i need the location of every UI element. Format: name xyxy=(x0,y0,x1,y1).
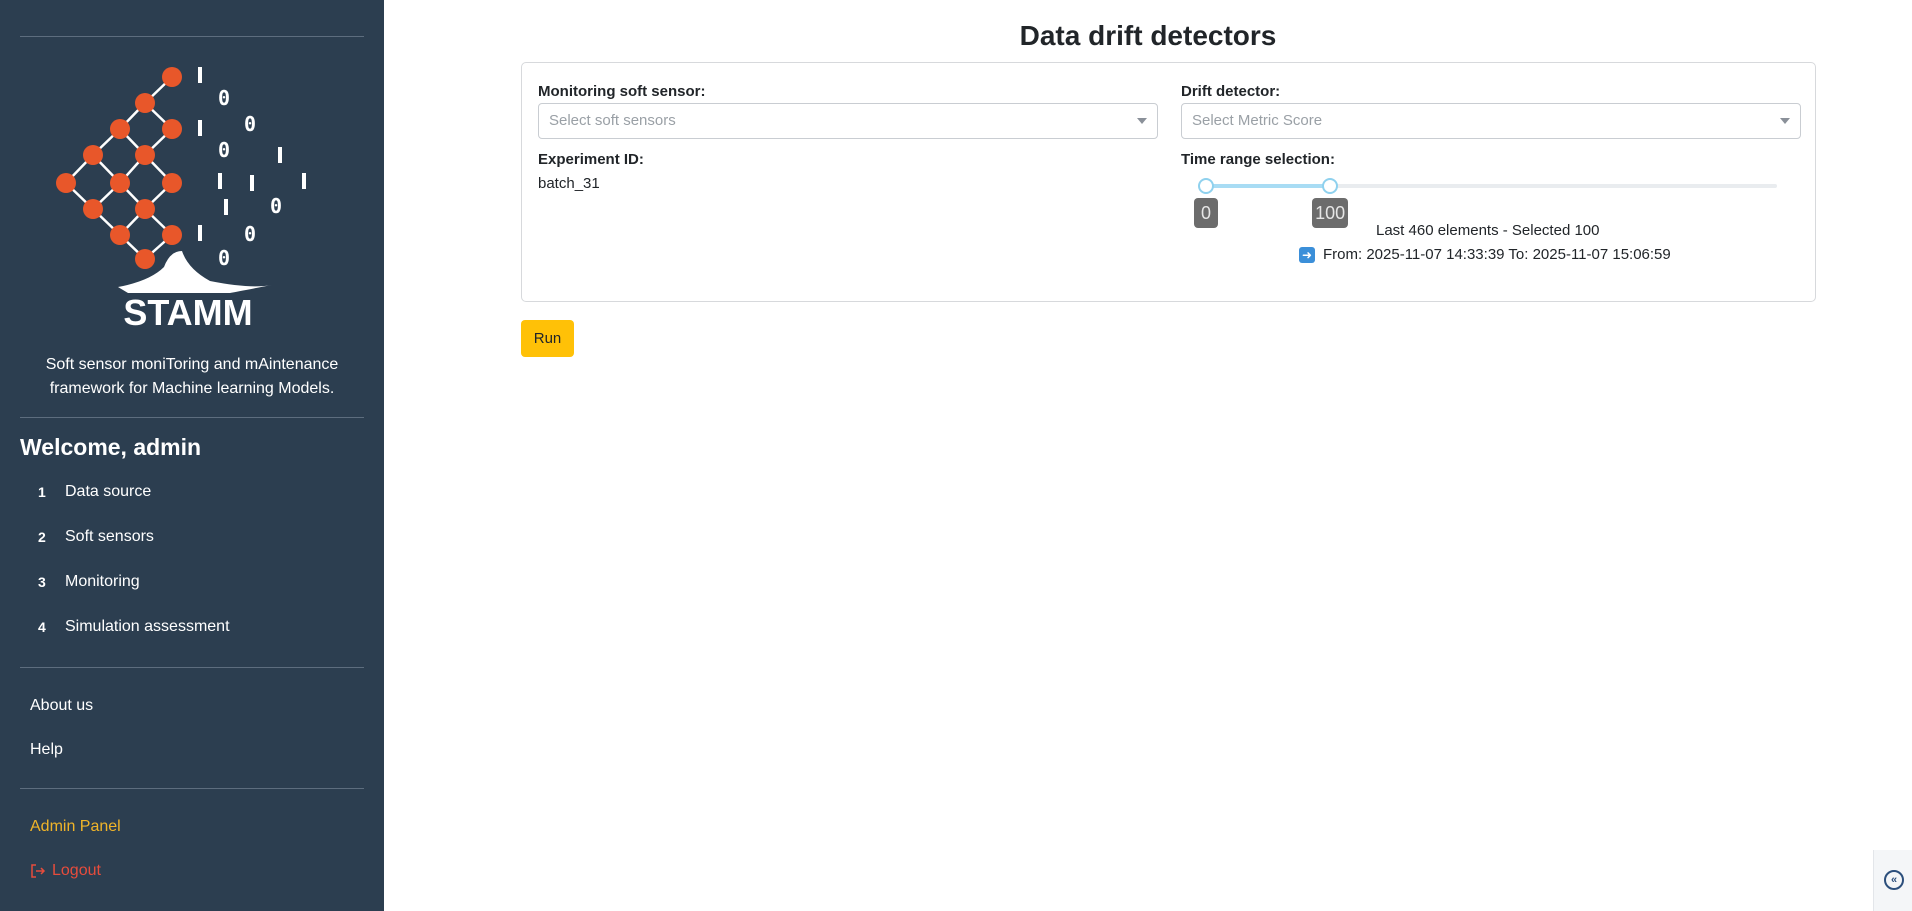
tagline-line-2: framework for Machine learning Models. xyxy=(49,380,335,397)
soft-sensor-placeholder: Select soft sensors xyxy=(549,112,676,129)
nav-item-label: Soft sensors xyxy=(65,528,154,545)
experiment-id-value: batch_31 xyxy=(538,175,600,192)
welcome-heading: Welcome, admin xyxy=(20,434,202,460)
nav-item-number: 1 xyxy=(38,484,46,500)
svg-text:0: 0 xyxy=(270,194,282,218)
settings-card: Monitoring soft sensor: Select soft sens… xyxy=(521,62,1816,302)
sidebar-divider xyxy=(20,667,364,668)
svg-text:0: 0 xyxy=(218,86,230,110)
chevron-down-icon xyxy=(1137,118,1147,124)
svg-text:0: 0 xyxy=(218,138,230,162)
nav-item-label: Data source xyxy=(65,483,152,500)
slider-end-tooltip: 100 xyxy=(1312,198,1349,228)
monitoring-soft-sensor-label: Monitoring soft sensor: xyxy=(538,83,706,100)
sidebar-divider xyxy=(20,788,364,789)
svg-text:0: 0 xyxy=(244,222,256,246)
sidebar-divider xyxy=(20,36,364,37)
svg-text:0: 0 xyxy=(244,112,256,136)
collapse-panel: « xyxy=(1873,850,1912,911)
drift-detector-placeholder: Select Metric Score xyxy=(1192,112,1323,129)
right-arrow-icon: ➜ xyxy=(1299,246,1315,263)
logout-link[interactable]: Logout xyxy=(30,862,101,880)
nav-item-number: 4 xyxy=(38,619,46,635)
sidebar-divider xyxy=(20,417,364,418)
slider-start-tooltip: 0 xyxy=(1194,198,1218,228)
run-button[interactable]: Run xyxy=(521,320,574,357)
experiment-id-label: Experiment ID: xyxy=(538,151,644,168)
help-link[interactable]: Help xyxy=(30,741,63,759)
soft-sensor-select[interactable]: Select soft sensors xyxy=(538,103,1158,139)
drift-detector-select[interactable]: Select Metric Score xyxy=(1181,103,1801,139)
slider-selected-range xyxy=(1206,184,1331,188)
logout-icon xyxy=(31,864,46,878)
logo-wordmark: STAMM xyxy=(123,292,252,333)
drift-detector-label: Drift detector: xyxy=(1181,83,1281,100)
svg-text:0: 0 xyxy=(218,246,230,270)
nav-item-number: 3 xyxy=(38,574,46,590)
nav-item-data-source[interactable]: 1 Data source xyxy=(38,483,151,501)
about-us-link[interactable]: About us xyxy=(30,697,93,715)
nav-item-label: Simulation assessment xyxy=(65,618,230,635)
nav-item-simulation-assessment[interactable]: 4 Simulation assessment xyxy=(38,618,230,636)
time-range-info: ➜ From: 2025-11-07 14:33:39 To: 2025-11-… xyxy=(1299,246,1671,263)
slider-handle-start[interactable] xyxy=(1198,178,1214,194)
nav-item-number: 2 xyxy=(38,529,46,545)
time-range-text: From: 2025-11-07 14:33:39 To: 2025-11-07… xyxy=(1323,246,1671,263)
tagline: Soft sensor moniToring and mAintenance f… xyxy=(20,353,364,401)
chevron-down-icon xyxy=(1780,118,1790,124)
slider-handle-end[interactable] xyxy=(1322,178,1339,194)
double-chevron-left-icon[interactable]: « xyxy=(1884,870,1904,890)
nav-item-label: Monitoring xyxy=(65,573,140,590)
nav-item-monitoring[interactable]: 3 Monitoring xyxy=(38,573,140,591)
logout-label: Logout xyxy=(52,862,101,879)
tagline-line-1: Soft sensor moniToring and mAintenance xyxy=(45,356,339,373)
time-range-label: Time range selection: xyxy=(1181,151,1335,168)
elements-info: Last 460 elements - Selected 100 xyxy=(1376,222,1600,239)
page-title: Data drift detectors xyxy=(1019,20,1277,51)
stamm-logo: 0 0 0 0 0 0 STAMM xyxy=(56,67,306,333)
nav-item-soft-sensors[interactable]: 2 Soft sensors xyxy=(38,528,154,546)
sidebar: 0 0 0 0 0 0 STAMM Soft sensor moniToring… xyxy=(0,0,384,911)
admin-panel-link[interactable]: Admin Panel xyxy=(30,818,121,836)
